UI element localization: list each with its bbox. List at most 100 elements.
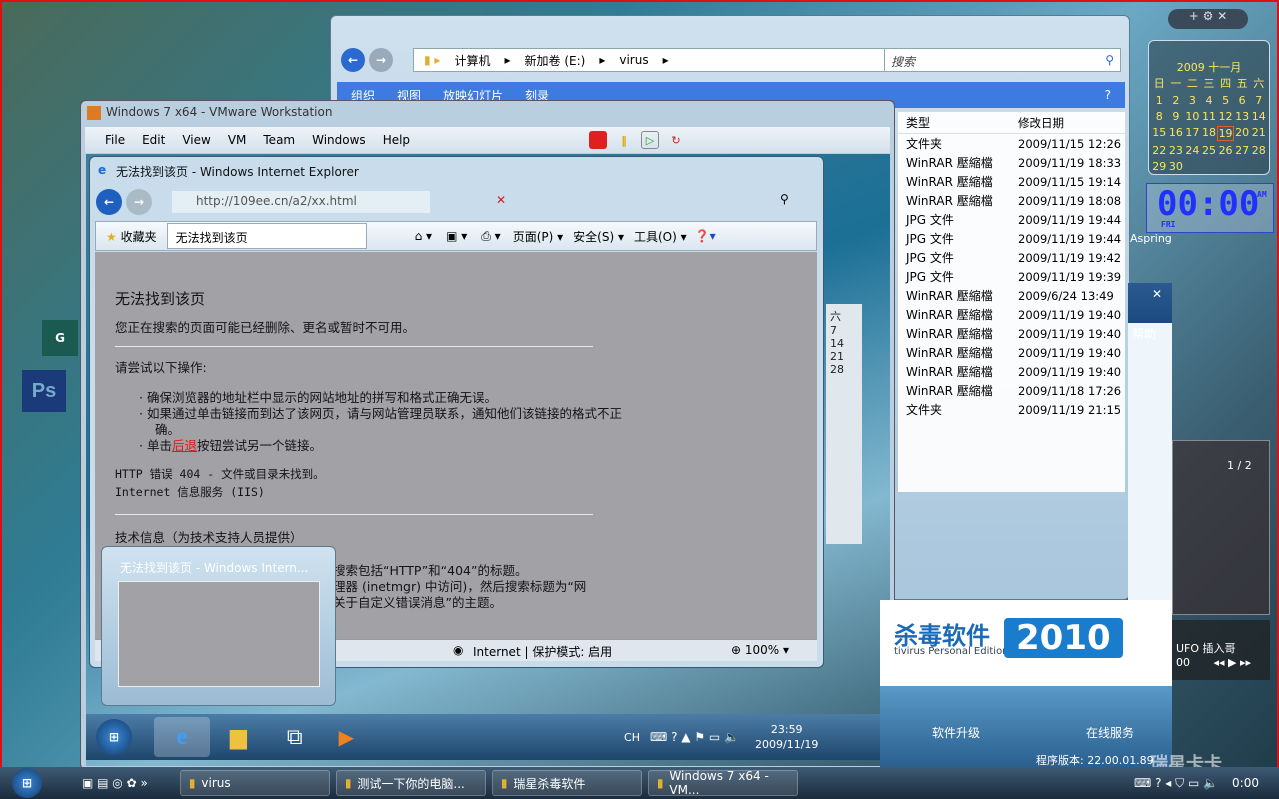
menu-edit[interactable]: Edit [142, 133, 165, 147]
menu-help[interactable]: Help [383, 133, 410, 147]
calendar-day[interactable]: 30 [1168, 160, 1185, 173]
online-service-button[interactable]: 在线服务 [1086, 724, 1134, 741]
calendar-day[interactable]: 26 [1217, 144, 1234, 157]
safety-menu[interactable]: 安全(S) ▾ [573, 228, 624, 245]
zoom-control[interactable]: ⊕ 100% ▾ [731, 643, 789, 657]
calendar-day[interactable]: 1 [1151, 94, 1168, 107]
back-button[interactable]: ← [341, 48, 365, 72]
calendar-day[interactable]: 10 [1184, 110, 1201, 123]
file-row[interactable]: 文件夹 2009/11/15 12:26 [898, 134, 1125, 153]
calendar-day[interactable]: 7 [1250, 94, 1267, 107]
tab-current[interactable]: 无法找到该页 [166, 223, 367, 249]
calendar-day[interactable]: 5 [1217, 94, 1234, 107]
calendar-day[interactable]: 16 [1168, 126, 1185, 141]
menu-vm[interactable]: VM [228, 133, 247, 147]
help-icon[interactable]: ❓▾ [695, 229, 716, 243]
taskbar-item[interactable]: ▮ virus [179, 770, 330, 796]
feeds-icon[interactable]: ▣ ▾ [446, 229, 467, 243]
file-row[interactable]: WinRAR 壓縮檔 2009/6/24 13:49 [898, 286, 1125, 305]
menu-file[interactable]: File [105, 133, 125, 147]
reset-icon[interactable]: ↻ [667, 131, 685, 149]
column-date[interactable]: 修改日期 [1018, 115, 1125, 131]
desktop-app-icon[interactable]: G [42, 320, 78, 356]
calendar-day[interactable]: 17 [1184, 126, 1201, 141]
calendar-day[interactable]: 22 [1151, 144, 1168, 157]
file-row[interactable]: WinRAR 壓縮檔 2009/11/19 19:40 [898, 362, 1125, 381]
help-icon[interactable]: ? [1105, 88, 1111, 102]
calendar-day[interactable]: 8 [1151, 110, 1168, 123]
ie-taskbar-icon[interactable]: e [154, 717, 210, 757]
upgrade-button[interactable]: 软件升级 [932, 724, 980, 741]
taskbar-item[interactable]: ▮ Windows 7 x64 - VM... [647, 769, 798, 797]
tray-icons[interactable]: ⌨ ? ▲ ⚑ ▭ 🔈 [650, 730, 739, 744]
tools-menu[interactable]: 工具(O) ▾ [634, 228, 687, 245]
breadcrumb-computer[interactable]: 计算机 [454, 52, 490, 69]
favorites-button[interactable]: ★ 收藏夹 [96, 228, 167, 245]
file-row[interactable]: WinRAR 壓縮檔 2009/11/19 19:40 [898, 324, 1125, 343]
search-input[interactable]: 搜索 ⚲ [884, 48, 1121, 72]
forward-button[interactable]: → [126, 189, 152, 215]
start-button[interactable]: ⊞ [12, 768, 42, 798]
file-row[interactable]: JPG 文件 2009/11/19 19:39 [898, 267, 1125, 286]
print-icon[interactable]: ⎙ ▾ [481, 229, 500, 244]
menu-windows[interactable]: Windows [312, 133, 366, 147]
file-row[interactable]: JPG 文件 2009/11/19 19:44 [898, 210, 1125, 229]
file-row[interactable]: WinRAR 壓縮檔 2009/11/19 18:33 [898, 153, 1125, 172]
calendar-day[interactable]: 6 [1234, 94, 1251, 107]
pause-icon[interactable]: ‖ [615, 131, 633, 149]
taskbar-item[interactable]: ▮ 测试一下你的电脑... [335, 770, 486, 796]
start-button[interactable]: ⊞ [96, 719, 132, 755]
file-row[interactable]: WinRAR 壓縮檔 2009/11/19 19:40 [898, 343, 1125, 362]
file-row[interactable]: WinRAR 壓縮檔 2009/11/19 19:40 [898, 305, 1125, 324]
file-row[interactable]: JPG 文件 2009/11/19 19:44 [898, 229, 1125, 248]
tray-icons[interactable]: ⌨ ? ◂ ⛉ ▭ 🔈 [1134, 776, 1218, 791]
calendar-day[interactable]: 23 [1168, 144, 1185, 157]
stop-icon[interactable] [589, 131, 607, 149]
calendar-day[interactable]: 24 [1184, 144, 1201, 157]
close-icon[interactable]: ✕ [1152, 287, 1162, 301]
explorer-taskbar-icon[interactable]: ▆ [230, 725, 247, 750]
file-row[interactable]: 文件夹 2009/11/19 21:15 [898, 400, 1125, 419]
photoshop-icon[interactable]: Ps [22, 370, 66, 412]
play-icon[interactable]: ▷ [641, 131, 659, 149]
search-icon[interactable]: ⚲ [780, 192, 789, 206]
page-menu[interactable]: 页面(P) ▾ [513, 228, 563, 245]
quick-launch[interactable]: ▣ ▤ ◎ ✿ » [82, 776, 148, 790]
breadcrumb-virus[interactable]: virus [619, 53, 648, 67]
calendar-day[interactable]: 27 [1234, 144, 1251, 157]
back-button[interactable]: ← [96, 189, 122, 215]
help-menu[interactable]: 帮助 [1132, 325, 1156, 342]
calendar-day[interactable]: 25 [1201, 144, 1218, 157]
calendar-day[interactable]: 18 [1201, 126, 1218, 141]
file-row[interactable]: WinRAR 壓縮檔 2009/11/15 19:14 [898, 172, 1125, 191]
media-player-icon[interactable]: ▶ [339, 725, 354, 749]
calendar-day[interactable]: 11 [1201, 110, 1218, 123]
host-clock[interactable]: 0:00 [1232, 776, 1259, 790]
calendar-day[interactable]: 21 [1250, 126, 1267, 141]
calendar-day[interactable]: 9 [1168, 110, 1185, 123]
menu-view[interactable]: View [182, 133, 210, 147]
taskbar-item[interactable]: ▮ 瑞星杀毒软件 [491, 770, 642, 796]
calendar-day[interactable]: 4 [1201, 94, 1218, 107]
taskbar-thumbnail[interactable]: 无法找到该页 - Windows Intern... [101, 546, 336, 706]
file-row[interactable]: JPG 文件 2009/11/19 19:42 [898, 248, 1125, 267]
calendar-day[interactable]: 28 [1250, 144, 1267, 157]
calendar-day[interactable]: 19 [1217, 126, 1234, 141]
calendar-day[interactable]: 20 [1234, 126, 1251, 141]
gadget-controls[interactable]: + ⚙ ✕ [1168, 9, 1248, 29]
calendar-day[interactable]: 13 [1234, 110, 1251, 123]
file-row[interactable]: WinRAR 壓縮檔 2009/11/18 17:26 [898, 381, 1125, 400]
back-link[interactable]: 后退 [172, 438, 197, 453]
forward-button[interactable]: → [369, 48, 393, 72]
guest-clock[interactable]: 23:59 2009/11/19 [755, 722, 818, 752]
url-input[interactable]: http://109ee.cn/a2/xx.html [172, 191, 430, 213]
calendar-day[interactable]: 15 [1151, 126, 1168, 141]
language-indicator[interactable]: CH [624, 731, 640, 744]
calendar-day[interactable]: 14 [1250, 110, 1267, 123]
breadcrumb-drive[interactable]: 新加卷 (E:) [525, 52, 586, 69]
vm-switch-icon[interactable]: ⧉ [287, 725, 303, 750]
calendar-day[interactable]: 3 [1184, 94, 1201, 107]
menu-team[interactable]: Team [263, 133, 295, 147]
address-bar[interactable]: ▮ ▸ 计算机 ▸ 新加卷 (E:) ▸ virus ▸ [413, 48, 953, 72]
file-row[interactable]: WinRAR 壓縮檔 2009/11/19 18:08 [898, 191, 1125, 210]
